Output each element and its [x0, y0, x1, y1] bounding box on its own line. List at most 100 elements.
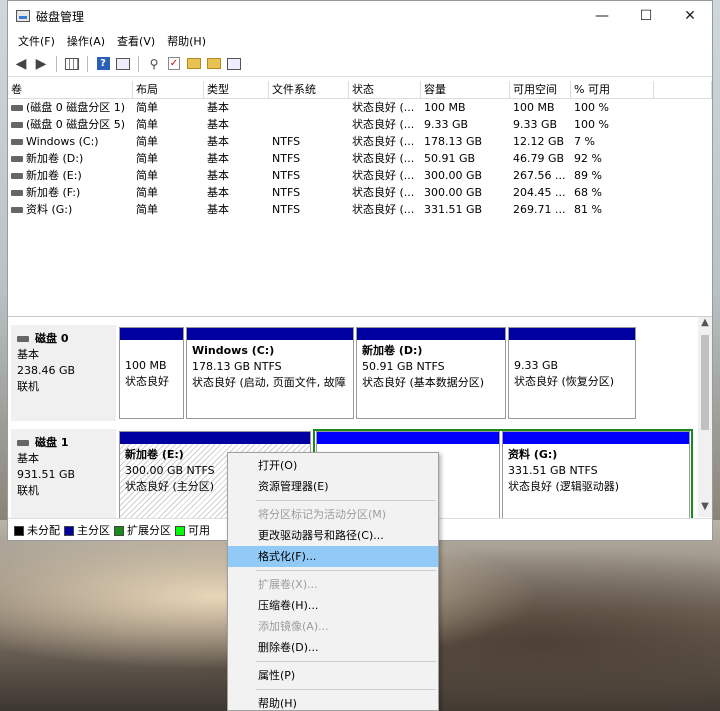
table-row[interactable]: (磁盘 0 磁盘分区 1) 简单 基本 状态良好 (... 100 MB 100 MB 10…: [8, 99, 712, 116]
settings-list-icon: [227, 57, 241, 70]
disk-1-label[interactable]: 磁盘 1 基本 931.51 GB 联机: [11, 429, 116, 525]
column-header-volume[interactable]: 卷: [8, 81, 133, 98]
disk-name: 磁盘 0: [35, 332, 69, 345]
minimize-button[interactable]: —: [580, 1, 624, 31]
maximize-button[interactable]: ☐: [624, 1, 668, 31]
properties-button[interactable]: [114, 55, 132, 73]
volume-name: 资料 (G:): [26, 203, 73, 216]
partition-disk0-1[interactable]: 100 MB 状态良好: [119, 327, 184, 419]
context-menu-item[interactable]: 删除卷(D)...: [228, 637, 438, 658]
cell-percent-free: 68 %: [574, 186, 602, 199]
folder-up-button[interactable]: [185, 55, 203, 73]
menu-action[interactable]: 操作(A): [61, 33, 111, 49]
disk-0-label[interactable]: 磁盘 0 基本 238.46 GB 联机: [11, 325, 116, 421]
column-header-free-space[interactable]: 可用空间: [510, 81, 571, 98]
cell-volume: Windows (C:): [8, 133, 133, 150]
cell-filesystem: [269, 99, 349, 116]
scroll-down-icon[interactable]: ▼: [698, 501, 712, 517]
menu-bar: 文件(F) 操作(A) 查看(V) 帮助(H): [8, 31, 712, 51]
column-header-type[interactable]: 类型: [204, 81, 269, 98]
context-menu-item[interactable]: 更改驱动器号和路径(C)...: [228, 525, 438, 546]
folder-up-icon: [187, 58, 201, 69]
context-menu-item[interactable]: 打开(O): [228, 455, 438, 476]
cell-status: 状态良好 (...: [352, 186, 415, 199]
column-header-layout[interactable]: 布局: [133, 81, 204, 98]
legend-swatch: [175, 525, 185, 536]
partition-recovery[interactable]: 9.33 GB 状态良好 (恢复分区): [508, 327, 636, 419]
cell-status: 状态良好 (...: [352, 135, 415, 148]
menu-view[interactable]: 查看(V): [111, 33, 161, 49]
context-menu-item[interactable]: 格式化(F)...: [228, 546, 438, 567]
toolbar-separator: [87, 55, 88, 72]
volume-name: 新加卷 (E:): [26, 169, 82, 182]
volume-name: (磁盘 0 磁盘分区 1): [26, 101, 126, 114]
cell-free-space: 9.33 GB: [513, 118, 558, 131]
partition-status: 状态良好 (恢复分区): [514, 375, 615, 388]
table-row[interactable]: 新加卷 (E:) 简单 基本 NTFS 状态良好 (... 300.00 GB 267.56…: [8, 167, 712, 184]
disk-type: 基本: [17, 348, 39, 361]
cell-type: 基本: [207, 203, 229, 216]
partition-d[interactable]: 新加卷 (D:) 50.91 GB NTFS 状态良好 (基本数据分区): [356, 327, 506, 419]
context-menu-item[interactable]: 属性(P): [228, 665, 438, 686]
checklist-icon: ✓: [168, 57, 180, 70]
cell-status: 状态良好 (...: [352, 169, 415, 182]
cell-type: 基本: [207, 118, 229, 131]
column-header-filesystem[interactable]: 文件系统: [269, 81, 349, 98]
cell-percent-free: 100 %: [574, 101, 609, 114]
settings-list-button[interactable]: [225, 55, 243, 73]
menu-help[interactable]: 帮助(H): [161, 33, 212, 49]
cell-type: 基本: [207, 169, 229, 182]
check-button[interactable]: ✓: [165, 55, 183, 73]
table-row[interactable]: 资料 (G:) 简单 基本 NTFS 状态良好 (... 331.51 GB 269.71 …: [8, 201, 712, 218]
context-menu-item[interactable]: 资源管理器(E): [228, 476, 438, 497]
table-row[interactable]: 新加卷 (D:) 简单 基本 NTFS 状态良好 (... 50.91 GB 46.79 G…: [8, 150, 712, 167]
disk-view-scrollbar[interactable]: ▲ ▼: [698, 317, 712, 517]
scroll-thumb[interactable]: [701, 335, 709, 430]
context-menu-item[interactable]: 压缩卷(H)...: [228, 595, 438, 616]
cell-free-space: 100 MB: [513, 101, 555, 114]
volume-name: (磁盘 0 磁盘分区 5): [26, 118, 126, 131]
list-view-icon: [65, 57, 79, 70]
legend-label: 未分配: [27, 523, 60, 537]
legend-swatch: [14, 525, 24, 536]
forward-arrow-icon[interactable]: ▶: [32, 55, 50, 73]
partition-windows-c[interactable]: Windows (C:) 178.13 GB NTFS 状态良好 (启动, 页面…: [186, 327, 354, 419]
partition-g[interactable]: 资料 (G:) 331.51 GB NTFS 状态良好 (逻辑驱动器): [502, 431, 690, 523]
column-header-capacity[interactable]: 容量: [421, 81, 510, 98]
partition-status: 状态良好 (逻辑驱动器): [508, 480, 620, 493]
legend-swatch: [64, 525, 74, 536]
cell-capacity: 331.51 GB: [424, 203, 483, 216]
cell-type: 基本: [207, 186, 229, 199]
legend-label: 主分区: [77, 523, 110, 537]
disk-type: 基本: [17, 452, 39, 465]
help-icon: ?: [96, 57, 110, 70]
close-button[interactable]: ✕: [668, 1, 712, 31]
legend-item-primary: 主分区: [64, 522, 110, 538]
partition-bar: [317, 432, 499, 444]
cell-volume: (磁盘 0 磁盘分区 5): [8, 116, 133, 133]
cell-type: 基本: [207, 152, 229, 165]
folder-search-button[interactable]: [205, 55, 223, 73]
cell-free-space: 267.56 ...: [513, 169, 566, 182]
menu-file[interactable]: 文件(F): [12, 33, 61, 49]
help-button[interactable]: ?: [94, 55, 112, 73]
cell-status: 状态良好 (...: [352, 101, 415, 114]
table-row[interactable]: 新加卷 (F:) 简单 基本 NTFS 状态良好 (... 300.00 GB 204.45…: [8, 184, 712, 201]
disk-icon: [17, 440, 29, 446]
column-header-percent-free[interactable]: % 可用: [571, 81, 654, 98]
column-header-extra[interactable]: [654, 81, 712, 98]
scroll-up-icon[interactable]: ▲: [698, 317, 712, 333]
volume-list-body: (磁盘 0 磁盘分区 1) 简单 基本 状态良好 (... 100 MB 100 MB 10…: [8, 99, 712, 218]
column-header-status[interactable]: 状态: [349, 81, 421, 98]
legend-label: 扩展分区: [127, 523, 171, 537]
table-row[interactable]: Windows (C:) 简单 基本 NTFS 状态良好 (... 178.13 GB 12…: [8, 133, 712, 150]
back-arrow-icon[interactable]: ◀: [12, 55, 30, 73]
cell-layout: 简单: [136, 152, 158, 165]
table-row[interactable]: (磁盘 0 磁盘分区 5) 简单 基本 状态良好 (... 9.33 GB 9.33 GB…: [8, 116, 712, 133]
legend-item-free: 可用: [175, 522, 210, 538]
legend-swatch: [114, 525, 124, 536]
connect-button[interactable]: ⚲: [145, 55, 163, 73]
toolbar-separator: [138, 55, 139, 72]
list-view-button[interactable]: [63, 55, 81, 73]
context-menu-item[interactable]: 帮助(H): [228, 693, 438, 711]
